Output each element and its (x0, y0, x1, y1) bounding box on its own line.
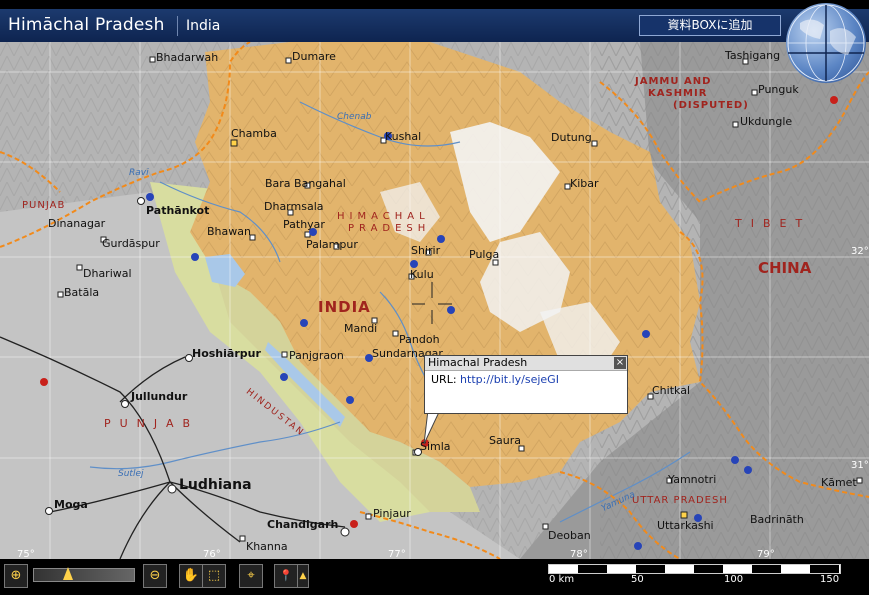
map-label-mandi: Mandi (344, 322, 378, 335)
select-box-icon[interactable]: ⬚ (202, 564, 226, 588)
popup-close-button[interactable]: × (614, 357, 626, 369)
target-icon[interactable]: ⌖ (239, 564, 263, 588)
map-label-shirir: Shirir (411, 244, 441, 257)
map-label-deoban: Deoban (548, 529, 591, 542)
map-label-palampur: Palampur (306, 238, 358, 251)
map-label-hp1: HIMACHAL (337, 211, 430, 222)
map-label-dutung: Dutung (551, 131, 592, 144)
river-label-chenab: Chenab (337, 112, 372, 122)
scale-bar (548, 564, 841, 574)
map-label-pathyar: Pathyar (283, 218, 325, 231)
map-toolbar: ⊕ ⊖ ✋ ⬚ ⌖ 📍 ▲ 0 km 50 100 150 (0, 559, 869, 595)
scale-label-50: 50 (631, 574, 644, 585)
map-label-saura: Saura (489, 434, 521, 447)
coord-lat31: 31° (851, 460, 869, 471)
map-label-punjab-big: PUNJAB (104, 417, 200, 430)
map-label-punguk: Punguk (758, 83, 799, 96)
coord-lon76: 76° (203, 549, 221, 559)
map-label-kibar: Kibar (570, 177, 599, 190)
map-canvas[interactable]: Bhadarwah Dumare Tashigang JAMMU AND KAS… (0, 42, 869, 559)
title-bar: Himāchal Pradesh India 資料BOXに追加 (0, 9, 869, 42)
add-to-box-button[interactable]: 資料BOXに追加 (639, 15, 781, 36)
map-label-ludhiana: Ludhiana (179, 477, 252, 493)
map-label-kushal: Kushal (385, 130, 422, 143)
popup-url-link[interactable]: http://bit.ly/sejeGI (460, 373, 559, 386)
pan-hand-icon[interactable]: ✋ (179, 564, 203, 588)
river-label-ravi: Ravi (129, 168, 149, 178)
map-label-moga: Moga (54, 498, 88, 511)
pin-dropdown-icon[interactable]: ▲ (297, 564, 309, 588)
popup-title: Himachal Pradesh (425, 356, 627, 371)
map-label-jk1: JAMMU AND (635, 76, 712, 87)
info-popup: Himachal Pradesh × URL: http://bit.ly/se… (424, 355, 628, 414)
pin-icon[interactable]: 📍 (274, 564, 298, 588)
coord-lon78: 78° (570, 549, 588, 559)
map-label-ukdungle: Ukdungle (740, 115, 793, 128)
map-label-tashigang: Tashigang (725, 49, 781, 62)
scale-label-0: 0 km (549, 574, 575, 585)
map-label-uttarkashi: Uttarkashi (657, 519, 714, 532)
map-label-dhariwal: Dhariwal (83, 267, 132, 280)
scale-label-100: 100 (724, 574, 744, 585)
map-label-india: INDIA (318, 298, 371, 316)
map-viewer: Himāchal Pradesh India 資料BOXに追加 Bhadarwa… (0, 0, 869, 595)
zoom-in-icon[interactable]: ⊕ (4, 564, 28, 588)
map-label-panjgraon: Panjgraon (289, 349, 344, 362)
map-label-dharmsala: Dharmsala (264, 200, 324, 213)
map-label-chitkal: Chitkal (652, 384, 690, 397)
map-label-dinanagar: Dinanagar (48, 217, 106, 230)
coord-lon77: 77° (388, 549, 406, 559)
zoom-out-icon[interactable]: ⊖ (143, 564, 167, 588)
map-label-dumare: Dumare (292, 50, 336, 63)
region-title: Himāchal Pradesh (8, 15, 165, 35)
map-label-jk3: (DISPUTED) (673, 100, 749, 111)
map-label-chandigarh: Chandigarh (267, 518, 339, 531)
popup-pointer (423, 409, 441, 445)
map-label-hp2: PRADESH (348, 223, 431, 234)
map-label-khanna: Khanna (246, 540, 288, 553)
map-label-bhawan: Bhawan (207, 225, 251, 238)
popup-url-row: URL: http://bit.ly/sejeGI (431, 373, 559, 386)
title-divider (177, 16, 178, 36)
coord-lon79: 79° (757, 549, 775, 559)
map-label-badrinath: Badrināth (750, 513, 804, 526)
map-label-uttar-pradesh: UTTAR PRADESH (632, 495, 728, 506)
map-label-jk2: KASHMIR (648, 88, 708, 99)
map-label-jullundur: Jullundur (131, 390, 188, 403)
map-label-pandoh: Pandoh (399, 333, 440, 346)
map-label-pathankot: Pathānkot (146, 204, 210, 217)
map-label-china: CHINA (758, 259, 812, 277)
map-label-kulu: Kulu (410, 268, 434, 281)
map-label-punjab-small: PUNJAB (22, 200, 66, 211)
map-label-hoshiarpur: Hoshiārpur (192, 347, 261, 360)
map-label-gurdaspur: Gurdāspur (102, 237, 160, 250)
coord-lat32: 32° (851, 246, 869, 257)
map-label-bara-bangahal: Bara Bangahal (265, 177, 346, 190)
map-label-yamnotri: Yamnotri (668, 473, 717, 486)
map-label-kamet: Kāmet (821, 476, 857, 489)
globe-icon[interactable] (786, 3, 866, 83)
map-label-pinjaur: Pinjaur (373, 507, 411, 520)
zoom-slider[interactable] (33, 567, 135, 582)
map-label-bhadarwah: Bhadarwah (156, 51, 219, 64)
map-label-pulga: Pulga (469, 248, 500, 261)
coord-lon75: 75° (17, 549, 35, 559)
popup-url-label: URL: (431, 373, 457, 386)
map-label-tibet: TIBET (735, 217, 812, 230)
map-label-chamba: Chamba (231, 127, 277, 140)
river-label-sutlej: Sutlej (118, 469, 144, 479)
map-label-batala: Batāla (64, 286, 100, 299)
country-subtitle: India (186, 18, 221, 34)
top-strip (0, 0, 869, 9)
zoom-slider-thumb[interactable] (62, 567, 73, 580)
scale-label-150: 150 (820, 574, 840, 585)
